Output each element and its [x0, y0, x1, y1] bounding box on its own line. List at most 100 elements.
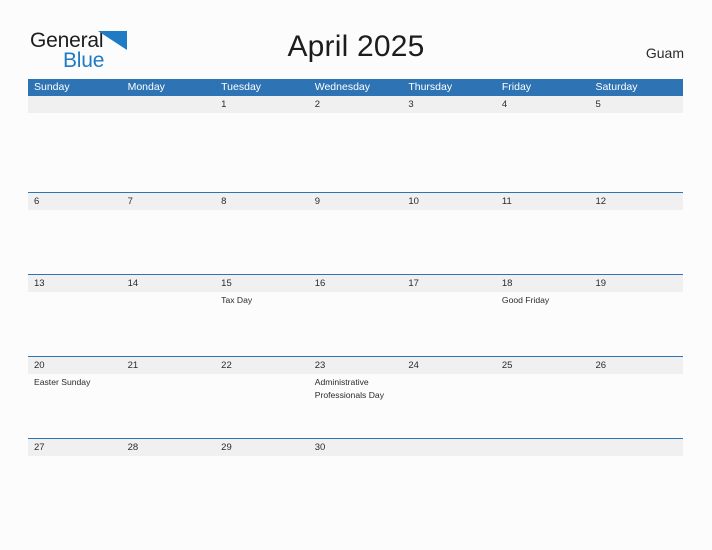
week-body-band [28, 456, 683, 496]
day-cell-22[interactable] [215, 374, 309, 438]
day-cell-16[interactable] [309, 292, 403, 356]
weekday-header-sunday: Sunday [34, 81, 70, 93]
weekday-header-monday: Monday [127, 81, 165, 93]
event-label: Good Friday [501, 295, 550, 305]
day-cell-26[interactable] [589, 374, 683, 438]
weekday-header-row: Sunday Monday Tuesday Wednesday Thursday Frid… [28, 79, 683, 96]
day-number-4[interactable]: 4 [496, 96, 590, 113]
day-number-26[interactable]: 26 [589, 357, 683, 374]
day-cell-17[interactable] [402, 292, 496, 356]
day-cell-25[interactable] [496, 374, 590, 438]
day-cell-23[interactable]: Administrative Professionals Day [309, 374, 403, 438]
day-number-5[interactable]: 5 [589, 96, 683, 113]
event-label: Easter Sunday [34, 377, 91, 387]
day-number-13[interactable]: 13 [28, 275, 122, 292]
day-number-25[interactable]: 25 [496, 357, 590, 374]
day-cell-12[interactable] [589, 210, 683, 274]
calendar-week-row: 6 7 8 9 10 11 12 [28, 192, 683, 274]
day-number-23[interactable]: 23 [309, 357, 403, 374]
week-date-band: 6 7 8 9 10 11 12 [28, 193, 683, 210]
day-cell-empty [496, 456, 590, 496]
day-number-30[interactable]: 30 [309, 439, 403, 456]
day-cell-27[interactable] [28, 456, 122, 496]
day-number-3[interactable]: 3 [402, 96, 496, 113]
calendar-week-row: 27 28 29 30 [28, 438, 683, 496]
day-number-9[interactable]: 9 [309, 193, 403, 210]
day-cell-empty [28, 113, 122, 192]
day-number-15[interactable]: 15 [215, 275, 309, 292]
calendar-week-row: 13 14 15 16 17 18 19 Tax Day Good Friday [28, 274, 683, 356]
day-number-empty [496, 439, 590, 456]
day-cell-6[interactable] [28, 210, 122, 274]
week-body-band: Easter Sunday Administrative Professional… [28, 374, 683, 438]
weekday-header-tuesday: Tuesday [221, 81, 262, 93]
day-cell-19[interactable] [589, 292, 683, 356]
calendar-weeks: 1 2 3 4 5 6 7 8 9 10 11 12 13 14 15 16 17 18 19 Tax Day Good… [28, 96, 683, 496]
day-cell-24[interactable] [402, 374, 496, 438]
day-cell-9[interactable] [309, 210, 403, 274]
day-cell-14[interactable] [122, 292, 216, 356]
day-number-27[interactable]: 27 [28, 439, 122, 456]
event-label: Tax Day [221, 295, 253, 305]
location-label: Guam [645, 45, 684, 61]
day-number-29[interactable]: 29 [215, 439, 309, 456]
week-date-band: 12345 [28, 96, 683, 113]
day-cell-20[interactable]: Easter Sunday [28, 374, 122, 438]
day-cell-15[interactable]: Tax Day [215, 292, 309, 356]
event-label: Administrative Professionals Day [314, 377, 384, 400]
calendar-grid: Sunday Monday Tuesday Wednesday Thursday Frid… [28, 79, 683, 496]
week-date-band: 20 21 22 23 24 25 26 [28, 357, 683, 374]
day-number-20[interactable]: 20 [28, 357, 122, 374]
day-cell-5[interactable] [589, 113, 683, 192]
day-number-8[interactable]: 8 [215, 193, 309, 210]
day-cell-7[interactable] [122, 210, 216, 274]
day-number-28[interactable]: 28 [122, 439, 216, 456]
day-cell-empty [589, 456, 683, 496]
day-number-10[interactable]: 10 [402, 193, 496, 210]
day-number-11[interactable]: 11 [496, 193, 590, 210]
day-number-1[interactable]: 1 [215, 96, 309, 113]
day-number-empty [589, 439, 683, 456]
day-cell-13[interactable] [28, 292, 122, 356]
calendar-week-row: 12345 [28, 96, 683, 192]
day-number-24[interactable]: 24 [402, 357, 496, 374]
day-cell-10[interactable] [402, 210, 496, 274]
day-number-21[interactable]: 21 [122, 357, 216, 374]
weekday-header-friday: Friday [501, 81, 532, 93]
day-cell-empty [122, 113, 216, 192]
weekday-header-saturday: Saturday [595, 81, 638, 93]
day-cell-11[interactable] [496, 210, 590, 274]
week-body-band [28, 210, 683, 274]
day-cell-3[interactable] [402, 113, 496, 192]
day-number-empty [122, 96, 216, 113]
day-number-empty [402, 439, 496, 456]
day-number-7[interactable]: 7 [122, 193, 216, 210]
day-cell-4[interactable] [496, 113, 590, 192]
day-number-14[interactable]: 14 [122, 275, 216, 292]
weekday-header-thursday: Thursday [408, 81, 453, 93]
day-cell-2[interactable] [309, 113, 403, 192]
day-number-2[interactable]: 2 [309, 96, 403, 113]
day-number-19[interactable]: 19 [589, 275, 683, 292]
day-number-empty [28, 96, 122, 113]
day-number-12[interactable]: 12 [589, 193, 683, 210]
day-cell-30[interactable] [309, 456, 403, 496]
day-number-18[interactable]: 18 [496, 275, 590, 292]
day-cell-1[interactable] [215, 113, 309, 192]
week-date-band: 13 14 15 16 17 18 19 [28, 275, 683, 292]
page-header: General Blue April 2025 Guam [0, 0, 712, 79]
day-number-17[interactable]: 17 [402, 275, 496, 292]
day-cell-8[interactable] [215, 210, 309, 274]
day-number-16[interactable]: 16 [309, 275, 403, 292]
day-cell-18[interactable]: Good Friday [496, 292, 590, 356]
day-cell-21[interactable] [122, 374, 216, 438]
page-title: April 2025 [287, 30, 425, 63]
calendar-week-row: 20 21 22 23 24 25 26 Easter Sunday Administrativ… [28, 356, 683, 438]
week-body-band: Tax Day Good Friday [28, 292, 683, 356]
day-number-22[interactable]: 22 [215, 357, 309, 374]
day-cell-empty [402, 456, 496, 496]
day-cell-28[interactable] [122, 456, 216, 496]
day-cell-29[interactable] [215, 456, 309, 496]
weekday-header-wednesday: Wednesday [314, 81, 370, 93]
day-number-6[interactable]: 6 [28, 193, 122, 210]
